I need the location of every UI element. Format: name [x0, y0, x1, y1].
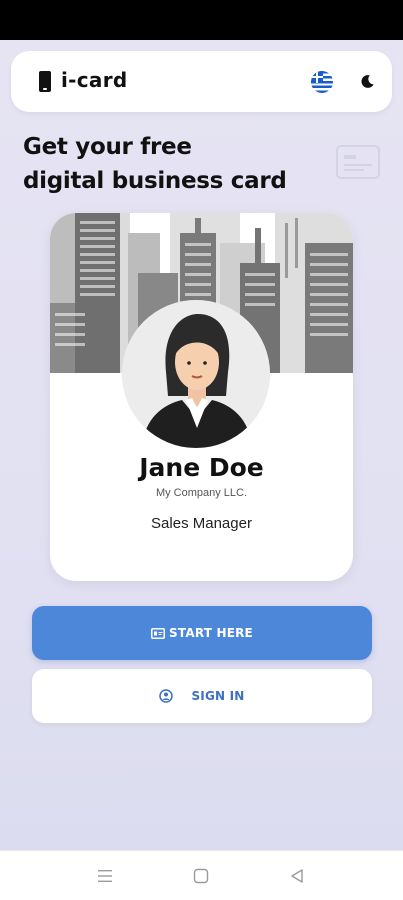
card-name: Jane Doe — [139, 453, 264, 482]
start-here-label: START HERE — [169, 626, 253, 640]
sign-in-label: SIGN IN — [191, 689, 245, 703]
system-nav-bar — [0, 850, 403, 900]
top-bar: i-card — [11, 51, 392, 112]
user-circle-icon — [159, 689, 174, 703]
id-card-icon — [336, 145, 380, 179]
app-logo-text[interactable]: i-card — [61, 68, 128, 92]
card-job-title: Sales Manager — [151, 515, 252, 532]
card-company: My Company LLC. — [155, 487, 248, 499]
greece-flag-icon[interactable] — [311, 71, 333, 93]
id-card-icon — [151, 627, 166, 639]
home-square-icon[interactable] — [192, 867, 210, 885]
status-bar — [0, 0, 403, 40]
menu-icon[interactable] — [96, 867, 114, 885]
woman-avatar-icon — [122, 300, 270, 448]
sample-business-card: Jane Doe My Company LLC. Sales Manager — [50, 213, 353, 581]
hero-line-1: Get your free — [23, 134, 192, 160]
phone-icon — [39, 71, 51, 92]
back-triangle-icon[interactable] — [288, 867, 306, 885]
sign-in-button[interactable]: SIGN IN — [32, 669, 372, 723]
start-here-button[interactable]: START HERE — [32, 606, 372, 660]
app-screen: i-card Get your free digital business ca… — [0, 40, 403, 850]
hero-headline: Get your free digital business card — [23, 130, 323, 198]
avatar — [122, 300, 270, 448]
moon-icon[interactable] — [360, 74, 375, 89]
hero-line-2: digital business card — [23, 168, 287, 194]
